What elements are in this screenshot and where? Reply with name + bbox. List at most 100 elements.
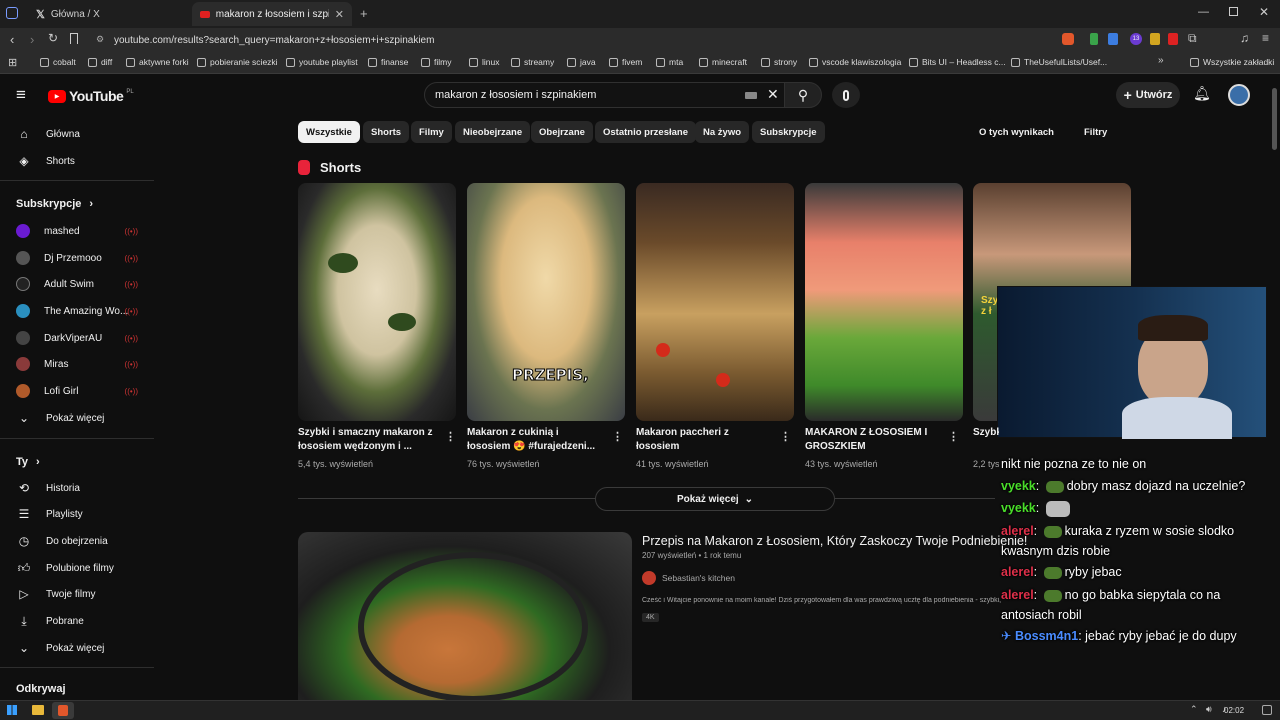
more-actions-icon[interactable]: ⋮ bbox=[612, 430, 623, 443]
short-title[interactable]: Szybki makaron z łososiem i szpinak bbox=[973, 426, 999, 440]
short-title[interactable]: Makaron z cukinią i łososiem 😍 #furajedz… bbox=[467, 426, 602, 454]
sidebar-item-watch-later[interactable]: ◷ Do obejrzenia bbox=[16, 531, 146, 551]
bookmark-item[interactable]: pobieranie sciezki bbox=[197, 57, 278, 67]
short-title[interactable]: Makaron paccheri z łososiem bbox=[636, 426, 746, 454]
clear-search-icon[interactable]: ✕ bbox=[767, 86, 779, 103]
voice-search-button[interactable] bbox=[832, 82, 860, 108]
back-icon[interactable]: ‹ bbox=[10, 32, 14, 47]
bookmark-item[interactable]: Bits UI – Headless c... bbox=[909, 57, 1006, 67]
hamburger-menu-icon[interactable]: ≡ bbox=[16, 85, 26, 105]
bookmark-item[interactable]: youtube playlist bbox=[286, 57, 358, 67]
short-thumbnail[interactable] bbox=[636, 183, 794, 421]
bookmark-item[interactable]: filmy bbox=[421, 57, 451, 67]
keyboard-icon[interactable] bbox=[745, 92, 757, 99]
notification-center-icon[interactable] bbox=[1262, 705, 1272, 715]
reload-icon[interactable]: ↻ bbox=[48, 31, 58, 45]
bookmark-item[interactable]: java bbox=[567, 57, 596, 67]
minimize-icon[interactable]: — bbox=[1198, 6, 1209, 18]
subscriptions-header[interactable]: Subskrypcje › bbox=[16, 198, 93, 210]
url-field[interactable]: ⚙ youtube.com/results?search_query=makar… bbox=[92, 31, 1012, 49]
short-title[interactable]: MAKARON Z ŁOSOSIEM I GROSZKIEM bbox=[805, 426, 940, 454]
extension-badge[interactable]: 13 bbox=[1130, 33, 1142, 45]
avatar[interactable] bbox=[1228, 84, 1250, 106]
subscription-item[interactable]: Dj Przemooo ((•)) bbox=[16, 248, 146, 268]
video-thumbnail[interactable] bbox=[298, 532, 632, 700]
extension-icon[interactable] bbox=[1168, 33, 1178, 45]
video-channel[interactable]: Sebastian's kitchen bbox=[642, 571, 735, 585]
page-scrollbar[interactable] bbox=[1272, 88, 1277, 150]
subscription-item[interactable]: mashed ((•)) bbox=[16, 221, 146, 241]
short-thumbnail[interactable] bbox=[805, 183, 963, 421]
forward-icon[interactable]: › bbox=[30, 32, 34, 47]
short-thumbnail[interactable] bbox=[298, 183, 456, 421]
bookmark-item[interactable]: diff bbox=[88, 57, 112, 67]
bookmark-item[interactable]: strony bbox=[761, 57, 797, 67]
all-bookmarks[interactable]: Wszystkie zakładki bbox=[1190, 57, 1274, 67]
more-actions-icon[interactable]: ⋮ bbox=[948, 430, 959, 443]
apps-grid-icon[interactable]: ⊞ bbox=[8, 56, 17, 69]
start-menu-icon[interactable] bbox=[7, 705, 17, 715]
chip-live[interactable]: Na żywo bbox=[695, 121, 750, 143]
more-bookmarks-icon[interactable]: » bbox=[1158, 55, 1164, 66]
bookmark-page-icon[interactable] bbox=[70, 33, 78, 44]
bookmark-item[interactable]: linux bbox=[469, 57, 499, 67]
extension-icon[interactable] bbox=[1150, 33, 1160, 45]
show-more-subscriptions[interactable]: ⌄ Pokaż więcej bbox=[16, 408, 146, 428]
menu-icon[interactable]: ≡ bbox=[1262, 31, 1269, 45]
bookmark-item[interactable]: fivem bbox=[609, 57, 642, 67]
subscription-item[interactable]: Miras ((•)) bbox=[16, 354, 146, 374]
show-more-shorts-button[interactable]: Pokaż więcej ⌄ bbox=[595, 487, 835, 511]
sidebar-item-history[interactable]: ⟲ Historia bbox=[16, 478, 146, 498]
bookmark-item[interactable]: minecraft bbox=[699, 57, 747, 67]
tab-twitter[interactable]: 𝕏 Główna / X bbox=[28, 2, 188, 26]
sidebar-item-show-more[interactable]: ⌄ Pokaż więcej bbox=[16, 638, 146, 658]
tray-chevron-icon[interactable]: ⌃ bbox=[1190, 704, 1198, 715]
sidebar-item-your-videos[interactable]: ▷ Twoje filmy bbox=[16, 584, 146, 604]
chip-recently-uploaded[interactable]: Ostatnio przesłane bbox=[595, 121, 696, 143]
bookmark-item[interactable]: cobalt bbox=[40, 57, 76, 67]
subscription-item[interactable]: Adult Swim ((•)) bbox=[16, 274, 146, 294]
restore-icon[interactable] bbox=[1229, 7, 1238, 16]
create-button[interactable]: + Utwórz bbox=[1116, 82, 1180, 108]
sidebar-item-playlists[interactable]: ☰ Playlisty bbox=[16, 504, 146, 524]
youtube-logo[interactable]: ▶ YouTube PL bbox=[48, 88, 134, 104]
extension-icon[interactable] bbox=[1108, 33, 1118, 45]
puzzle-icon[interactable]: ⧉ bbox=[1188, 31, 1197, 46]
playlist-icon[interactable]: ♫ bbox=[1240, 31, 1249, 45]
search-input[interactable]: makaron z łososiem i szpinakiem ✕ bbox=[424, 82, 785, 108]
bookmark-item[interactable]: aktywne forki bbox=[126, 57, 189, 67]
more-actions-icon[interactable]: ⋮ bbox=[780, 430, 791, 443]
subscription-item[interactable]: The Amazing Wo... ((•)) bbox=[16, 301, 146, 321]
sidebar-item-liked[interactable]: 👍︎ Polubione filmy bbox=[16, 558, 146, 578]
sidebar-item-home[interactable]: ⌂ Główna bbox=[16, 124, 146, 144]
about-results-link[interactable]: O tych wynikach bbox=[979, 127, 1054, 138]
sidebar-toggle-icon[interactable] bbox=[6, 7, 18, 19]
new-tab-icon[interactable]: + bbox=[360, 6, 368, 21]
search-button[interactable]: ⚲ bbox=[784, 82, 822, 108]
brave-shield-icon[interactable] bbox=[1062, 33, 1074, 45]
site-info-icon[interactable]: ⚙ bbox=[96, 34, 104, 45]
bookmark-item[interactable]: streamy bbox=[511, 57, 554, 67]
bookmark-item[interactable]: finanse bbox=[368, 57, 408, 67]
you-header[interactable]: Ty › bbox=[16, 456, 40, 468]
notifications-bell-icon[interactable]: 🔔︎ bbox=[1193, 85, 1211, 102]
clock[interactable]: 02:02 bbox=[1224, 706, 1244, 715]
chip-all[interactable]: Wszystkie bbox=[298, 121, 360, 143]
chip-watched[interactable]: Obejrzane bbox=[531, 121, 593, 143]
subscription-item[interactable]: Lofi Girl ((•)) bbox=[16, 381, 146, 401]
extension-icon[interactable] bbox=[1090, 33, 1098, 45]
short-title[interactable]: Szybki i smaczny makaron z łososiem wędz… bbox=[298, 426, 433, 454]
volume-icon[interactable]: 🔊︎ bbox=[1206, 704, 1212, 715]
bookmark-item[interactable]: vscode klawiszologia bbox=[809, 57, 901, 67]
tab-youtube-search[interactable]: makaron z łososiem i szpinakiem ✕ bbox=[192, 2, 352, 26]
chip-videos[interactable]: Filmy bbox=[411, 121, 452, 143]
bookmark-item[interactable]: mta bbox=[656, 57, 683, 67]
video-title[interactable]: Przepis na Makaron z Łososiem, Który Zas… bbox=[642, 534, 1027, 548]
subscription-item[interactable]: DarkViperAU ((•)) bbox=[16, 328, 146, 348]
chip-shorts[interactable]: Shorts bbox=[363, 121, 410, 143]
more-actions-icon[interactable]: ⋮ bbox=[445, 430, 456, 443]
close-tab-icon[interactable]: ✕ bbox=[335, 8, 344, 21]
close-window-icon[interactable]: ✕ bbox=[1259, 5, 1269, 19]
taskbar-browser-item[interactable] bbox=[52, 702, 74, 719]
bookmark-item[interactable]: TheUsefulLists/Usef... bbox=[1011, 57, 1107, 67]
